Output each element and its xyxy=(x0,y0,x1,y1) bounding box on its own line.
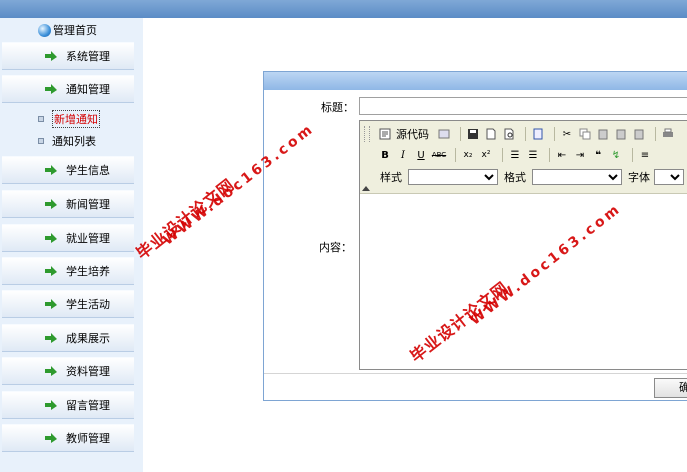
green-arrow-icon xyxy=(45,51,57,61)
superscript-icon[interactable]: x² xyxy=(479,148,493,162)
green-arrow-icon xyxy=(45,233,57,243)
green-arrow-icon xyxy=(45,400,57,410)
bulleted-list-icon[interactable]: ☰ xyxy=(526,148,540,162)
sub-item-notice-list[interactable]: 通知列表 xyxy=(38,133,96,149)
toolbar-separator xyxy=(502,148,503,162)
menu-item-label: 通知管理 xyxy=(66,83,110,96)
paste-word-icon[interactable] xyxy=(632,127,646,141)
menu-item-label: 系统管理 xyxy=(66,50,110,63)
menu-item-achievements[interactable]: 成果展示 xyxy=(2,324,134,352)
format-select[interactable] xyxy=(532,169,622,185)
toolbar-grip[interactable] xyxy=(364,126,370,142)
menu-item-news[interactable]: 新闻管理 xyxy=(2,190,134,218)
numbered-list-icon[interactable]: ☰ xyxy=(508,148,522,162)
green-arrow-icon xyxy=(45,433,57,443)
menu-item-label: 学生信息 xyxy=(66,164,110,177)
sidebar: 管理首页 系统管理 通知管理 新增通知 通知列表 学生信息 新闻管理 就业管理 … xyxy=(0,18,143,472)
menu-item-label: 教师管理 xyxy=(66,432,110,445)
green-arrow-icon xyxy=(45,266,57,276)
green-arrow-icon xyxy=(45,84,57,94)
paste-text-icon[interactable] xyxy=(614,127,628,141)
top-banner xyxy=(0,0,687,18)
toolbar-separator xyxy=(455,148,456,162)
add-notice-dialog: 标题： 内容： 源代码 ✂ B I U ABC x₂ x² ☰ ☰ ⇤ ⇥ ❝ … xyxy=(263,71,687,401)
menu-item-label: 留言管理 xyxy=(66,399,110,412)
menu-item-training[interactable]: 学生培养 xyxy=(2,257,134,285)
paste-icon[interactable] xyxy=(596,127,610,141)
home-link[interactable]: 管理首页 xyxy=(38,22,97,38)
menu-item-materials[interactable]: 资料管理 xyxy=(2,357,134,385)
rich-text-editor: 源代码 ✂ B I U ABC x₂ x² ☰ ☰ ⇤ ⇥ ❝ ↯ ≡ 样式 格… xyxy=(359,120,687,370)
menu-item-teachers[interactable]: 教师管理 xyxy=(2,424,134,452)
menu-item-students[interactable]: 学生信息 xyxy=(2,156,134,184)
toolbar-separator xyxy=(549,148,550,162)
blockquote-icon[interactable]: ❝ xyxy=(591,148,605,162)
menu-item-messages[interactable]: 留言管理 xyxy=(2,391,134,419)
print-icon[interactable] xyxy=(661,127,675,141)
globe-icon xyxy=(38,23,51,37)
preview-icon[interactable] xyxy=(437,127,451,141)
editor-toolbar: 源代码 ✂ B I U ABC x₂ x² ☰ ☰ ⇤ ⇥ ❝ ↯ ≡ 样式 格… xyxy=(360,121,687,194)
toolbar-separator xyxy=(655,127,656,141)
toolbar-separator xyxy=(525,127,526,141)
green-arrow-icon xyxy=(45,299,57,309)
toolbar-separator xyxy=(554,127,555,141)
print-preview-icon[interactable] xyxy=(502,127,516,141)
bold-icon[interactable]: B xyxy=(378,148,392,162)
title-label: 标题： xyxy=(321,101,354,114)
dialog-title-bar xyxy=(264,72,687,90)
cut-icon[interactable]: ✂ xyxy=(560,127,574,141)
toolbar-separator xyxy=(632,148,633,162)
style-label: 样式 xyxy=(380,171,402,184)
templates-icon[interactable] xyxy=(531,127,545,141)
menu-item-employment[interactable]: 就业管理 xyxy=(2,224,134,252)
bullet-icon xyxy=(38,116,44,122)
outdent-icon[interactable]: ⇤ xyxy=(555,148,569,162)
div-container-icon[interactable]: ↯ xyxy=(609,148,623,162)
subscript-icon[interactable]: x₂ xyxy=(461,148,475,162)
copy-icon[interactable] xyxy=(578,127,592,141)
format-label: 格式 xyxy=(504,171,526,184)
menu-item-label: 资料管理 xyxy=(66,365,110,378)
menu-item-notice[interactable]: 通知管理 xyxy=(2,75,134,103)
green-arrow-icon xyxy=(45,199,57,209)
title-input[interactable] xyxy=(359,97,687,115)
source-button[interactable]: 源代码 xyxy=(378,126,429,142)
dialog-footer: 确 xyxy=(264,373,687,401)
toolbar-separator xyxy=(460,127,461,141)
green-arrow-icon xyxy=(45,165,57,175)
menu-item-label: 学生培养 xyxy=(66,265,110,278)
style-select[interactable] xyxy=(408,169,498,185)
menu-item-label: 新闻管理 xyxy=(66,198,110,211)
source-label: 源代码 xyxy=(396,128,429,141)
menu-item-label: 学生活动 xyxy=(66,298,110,311)
source-icon xyxy=(378,127,392,141)
align-left-icon[interactable]: ≡ xyxy=(638,148,652,162)
sub-item-label: 通知列表 xyxy=(52,135,96,148)
font-select[interactable] xyxy=(654,169,684,185)
sub-item-label: 新增通知 xyxy=(52,110,100,128)
menu-item-activities[interactable]: 学生活动 xyxy=(2,290,134,318)
confirm-button[interactable]: 确 xyxy=(654,378,687,398)
home-label: 管理首页 xyxy=(53,24,97,37)
font-label: 字体 xyxy=(628,171,650,184)
sub-item-add-notice[interactable]: 新增通知 xyxy=(38,110,100,128)
content-label: 内容： xyxy=(319,241,352,254)
bullet-icon xyxy=(38,138,44,144)
green-arrow-icon xyxy=(45,333,57,343)
collapse-toolbar-icon[interactable] xyxy=(362,186,370,191)
green-arrow-icon xyxy=(45,366,57,376)
italic-icon[interactable]: I xyxy=(396,148,410,162)
underline-icon[interactable]: U xyxy=(414,148,428,162)
save-icon[interactable] xyxy=(466,127,480,141)
new-page-icon[interactable] xyxy=(484,127,498,141)
menu-item-label: 就业管理 xyxy=(66,232,110,245)
menu-item-label: 成果展示 xyxy=(66,332,110,345)
strikethrough-icon[interactable]: ABC xyxy=(432,148,446,162)
menu-item-system[interactable]: 系统管理 xyxy=(2,42,134,70)
indent-icon[interactable]: ⇥ xyxy=(573,148,587,162)
